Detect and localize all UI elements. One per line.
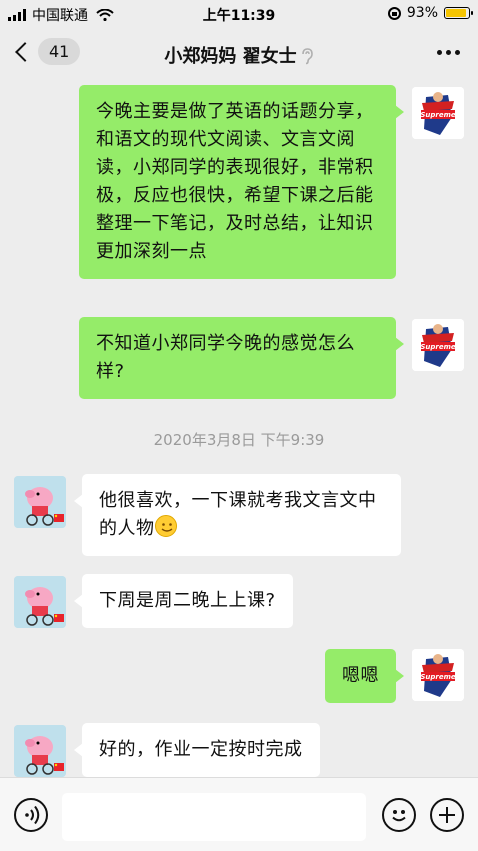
contact-avatar[interactable] [14,476,66,528]
message-row: 好的，作业一定按时完成 [0,723,478,777]
message-text: 他很喜欢，一下课就考我文言文中的人物 [99,490,377,539]
emoji-button[interactable] [382,798,416,832]
contact-avatar[interactable] [14,576,66,628]
my-avatar[interactable]: Supreme [412,319,464,371]
battery-percent: 93% [406,5,438,21]
plus-icon [439,807,455,823]
more-options-button[interactable] [437,50,460,55]
peppa-pig-avatar-icon [14,725,66,777]
peppa-pig-avatar-icon [14,476,66,528]
chat-timestamp: 2020年3月8日 下午9:39 [153,431,325,449]
smile-emoji-icon [154,515,177,537]
status-bar: 中国联通 上午11:39 93% [0,0,478,28]
voice-wave-icon [25,805,40,825]
message-input[interactable] [62,793,366,841]
battery-fill [446,9,467,17]
voice-input-button[interactable] [14,798,48,832]
input-bar [0,777,478,851]
peppa-pig-avatar-icon [14,576,66,628]
message-row: 今晚主要是做了英语的话题分享，和语文的现代文阅读、文言文阅读，小郑同学的表现很好… [0,85,478,297]
chat-title-text: 小郑妈妈 翟女士 [164,46,297,67]
message-row: 他很喜欢，一下课就考我文言文中的人物 [0,474,478,556]
supreme-logo-text: Supreme [420,343,456,351]
status-right: 93% [387,5,473,21]
supreme-logo-text: Supreme [420,111,456,119]
message-bubble-received[interactable]: 下周是周二晚上上课? [74,574,293,628]
message-bubble-sent[interactable]: 不知道小郑同学今晚的感觉怎么样? [79,317,404,399]
message-row: 嗯嗯 Supreme [0,649,478,705]
nav-bar: 41 小郑妈妈 翟女士 [0,28,478,80]
message-bubble-sent[interactable]: 嗯嗯 [325,649,404,703]
supreme-logo-text: Supreme [420,673,456,681]
message-bubble-received[interactable]: 他很喜欢，一下课就考我文言文中的人物 [74,474,401,556]
ear-mute-icon [301,48,313,65]
my-avatar[interactable]: Supreme [412,87,464,139]
supreme-logo-icon: Supreme [412,87,464,139]
contact-avatar[interactable] [14,725,66,777]
more-functions-button[interactable] [430,798,464,832]
supreme-logo-icon: Supreme [412,649,464,701]
chat-title: 小郑妈妈 翟女士 [0,42,478,68]
chat-history[interactable]: 今晚主要是做了英语的话题分享，和语文的现代文阅读、文言文阅读，小郑同学的表现很好… [0,80,478,777]
battery-icon [444,7,473,19]
supreme-logo-icon: Supreme [412,319,464,371]
smiley-face-icon [392,810,406,822]
my-avatar[interactable]: Supreme [412,649,464,701]
message-row: 下周是周二晚上上课? [0,574,478,634]
message-bubble-received[interactable]: 好的，作业一定按时完成 [74,723,320,777]
message-bubble-sent[interactable]: 今晚主要是做了英语的话题分享，和语文的现代文阅读、文言文阅读，小郑同学的表现很好… [79,85,404,279]
message-row: 不知道小郑同学今晚的感觉怎么样? Supreme [0,317,478,399]
rotation-lock-icon [387,6,401,20]
